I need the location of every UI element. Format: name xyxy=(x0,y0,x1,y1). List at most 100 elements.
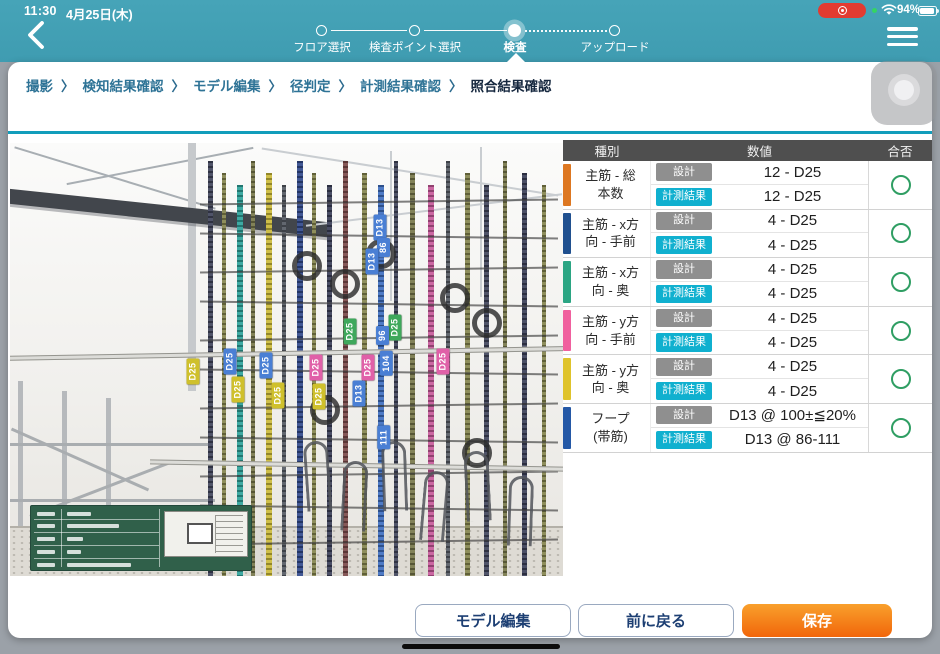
row-label: フープ (帯筋) xyxy=(571,404,651,452)
rebar-label-chip: D25 xyxy=(437,348,450,374)
measured-badge: 計測結果 xyxy=(656,188,712,206)
breadcrumb: 撮影〉検知結果確認〉モデル編集〉径判定〉計測結果確認〉照合結果確認 xyxy=(26,75,552,95)
rebar-label-chip: 96 xyxy=(376,326,389,345)
go-back-button[interactable]: 前に戻る xyxy=(578,604,734,637)
rebar-spacer-wheel xyxy=(440,283,470,313)
row-color-bar xyxy=(563,261,571,303)
col-header-type: 種別 xyxy=(563,141,651,160)
active-step-notch xyxy=(506,53,526,63)
breadcrumb-item-kei[interactable]: 径判定 xyxy=(290,79,331,94)
hook-rebar xyxy=(463,450,492,521)
table-row-main-y-front: 主筋 - y方 向 - 手前 設計 4 - D25 計測結果 4 - D25 xyxy=(563,307,932,356)
breadcrumb-separator: 〉 xyxy=(61,79,75,94)
design-value: 12 - D25 xyxy=(717,161,868,185)
step-circle-inspection[interactable] xyxy=(508,24,521,37)
rebar-label-chip: D25 xyxy=(362,354,375,380)
assistive-touch-button[interactable] xyxy=(871,61,937,125)
inspection-photo[interactable]: D25D25D25D25D25D25D25D25D25D25D25D1386D1… xyxy=(10,143,563,576)
truss-post xyxy=(480,147,482,297)
measured-value: 4 - D25 xyxy=(717,282,868,306)
rebar-strip xyxy=(394,161,398,576)
design-value: 4 - D25 xyxy=(717,210,868,234)
rebar-label-chip: D25 xyxy=(187,358,200,384)
rebar-label-chip: D25 xyxy=(260,352,273,378)
step-circle-point[interactable] xyxy=(409,25,420,36)
battery-percent: 94% xyxy=(897,4,920,16)
scaffold-tube xyxy=(10,346,563,361)
save-button[interactable]: 保存 xyxy=(742,604,892,637)
battery-icon xyxy=(918,6,937,16)
breadcrumb-separator: 〉 xyxy=(269,79,283,94)
step-label-floor[interactable]: フロア選択 xyxy=(293,39,351,55)
breadcrumb-separator: 〉 xyxy=(339,79,353,94)
breadcrumb-item-model[interactable]: モデル編集 xyxy=(193,79,261,94)
step-label-upload[interactable]: アップロード xyxy=(581,39,650,55)
design-badge: 設計 xyxy=(656,309,712,327)
measured-badge: 計測結果 xyxy=(656,285,712,303)
pass-circle xyxy=(891,175,911,195)
table-row-main-y-back: 主筋 - y方 向 - 奥 設計 4 - D25 計測結果 4 - D25 xyxy=(563,355,932,404)
rebar-label-chip: D25 xyxy=(224,348,237,374)
design-value: D13 @ 100±≦20% xyxy=(717,404,868,428)
step-label-point[interactable]: 検査ポイント選択 xyxy=(369,39,461,55)
table-row-main-x-front: 主筋 - x方 向 - 手前 設計 4 - D25 計測結果 4 - D25 xyxy=(563,210,932,259)
measured-value: 12 - D25 xyxy=(717,185,868,209)
hook-rebar xyxy=(507,476,534,547)
rebar-spacer-wheel xyxy=(330,269,360,299)
wifi-icon xyxy=(881,4,897,16)
design-badge: 設計 xyxy=(656,212,712,230)
rebar-label-chip: 111 xyxy=(377,426,390,450)
construction-info-board xyxy=(30,505,252,571)
measured-value: D13 @ 86-111 xyxy=(717,428,868,452)
step-connector xyxy=(331,30,407,31)
breadcrumb-item-keisoku[interactable]: 計測結果確認 xyxy=(360,79,441,94)
rebar-spacer-wheel xyxy=(292,251,322,281)
design-badge: 設計 xyxy=(656,260,712,278)
rebar-strip xyxy=(503,161,507,576)
pass-circle xyxy=(891,321,911,341)
pass-circle xyxy=(891,223,911,243)
truss-post xyxy=(390,151,392,301)
design-badge: 設計 xyxy=(656,406,712,424)
row-label: 主筋 - y方 向 - 奥 xyxy=(571,355,651,403)
measured-value: 4 - D25 xyxy=(717,379,868,403)
back-button[interactable] xyxy=(24,19,50,51)
measured-value: 4 - D25 xyxy=(717,233,868,257)
breadcrumb-item-satsuei[interactable]: 撮影 xyxy=(26,79,53,94)
edit-model-button[interactable]: モデル編集 xyxy=(415,604,571,637)
results-table: 種別 数値 合否 主筋 - 総 本数 設計 12 - D25 計測結果 12 -… xyxy=(563,140,932,453)
row-label: 主筋 - x方 向 - 手前 xyxy=(571,210,651,258)
rebar-spacer-wheel xyxy=(472,308,502,338)
home-indicator[interactable] xyxy=(402,644,560,649)
breadcrumb-separator: 〉 xyxy=(449,79,463,94)
col-header-value: 数値 xyxy=(651,141,868,160)
row-color-bar xyxy=(563,358,571,400)
col-header-result: 合否 xyxy=(868,141,932,160)
rebar-strip xyxy=(327,185,332,576)
row-label: 主筋 - y方 向 - 手前 xyxy=(571,307,651,355)
menu-button[interactable] xyxy=(887,27,918,47)
hook-rebar xyxy=(303,440,333,512)
step-circle-upload[interactable] xyxy=(609,25,620,36)
rebar-label-chip: D13 xyxy=(366,248,379,274)
row-color-bar xyxy=(563,310,571,352)
row-label: 主筋 - 総 本数 xyxy=(571,161,651,209)
board-diagram xyxy=(164,511,248,557)
measured-badge: 計測結果 xyxy=(656,236,712,254)
rebar-label-chip: D25 xyxy=(389,314,402,340)
pass-circle xyxy=(891,418,911,438)
measured-badge: 計測結果 xyxy=(656,333,712,351)
rebar-label-chip: D13 xyxy=(353,380,366,406)
measured-value: 4 - D25 xyxy=(717,331,868,355)
step-circle-floor[interactable] xyxy=(316,25,327,36)
app-header: 11:30 4月25日(木) 94% フロア選択 検査ポイント選択 検査 アップ… xyxy=(0,0,940,62)
rebar-label-chip: D13 xyxy=(374,214,387,240)
recording-icon xyxy=(838,6,847,15)
screen-recording-indicator[interactable] xyxy=(818,3,866,18)
breadcrumb-item-kenchi[interactable]: 検知結果確認 xyxy=(83,79,164,94)
table-row-hoop: フープ (帯筋) 設計 D13 @ 100±≦20% 計測結果 D13 @ 86… xyxy=(563,404,932,453)
design-value: 4 - D25 xyxy=(717,307,868,331)
row-color-bar xyxy=(563,407,571,449)
camera-active-dot xyxy=(872,8,877,13)
table-row-main-total: 主筋 - 総 本数 設計 12 - D25 計測結果 12 - D25 xyxy=(563,161,932,210)
